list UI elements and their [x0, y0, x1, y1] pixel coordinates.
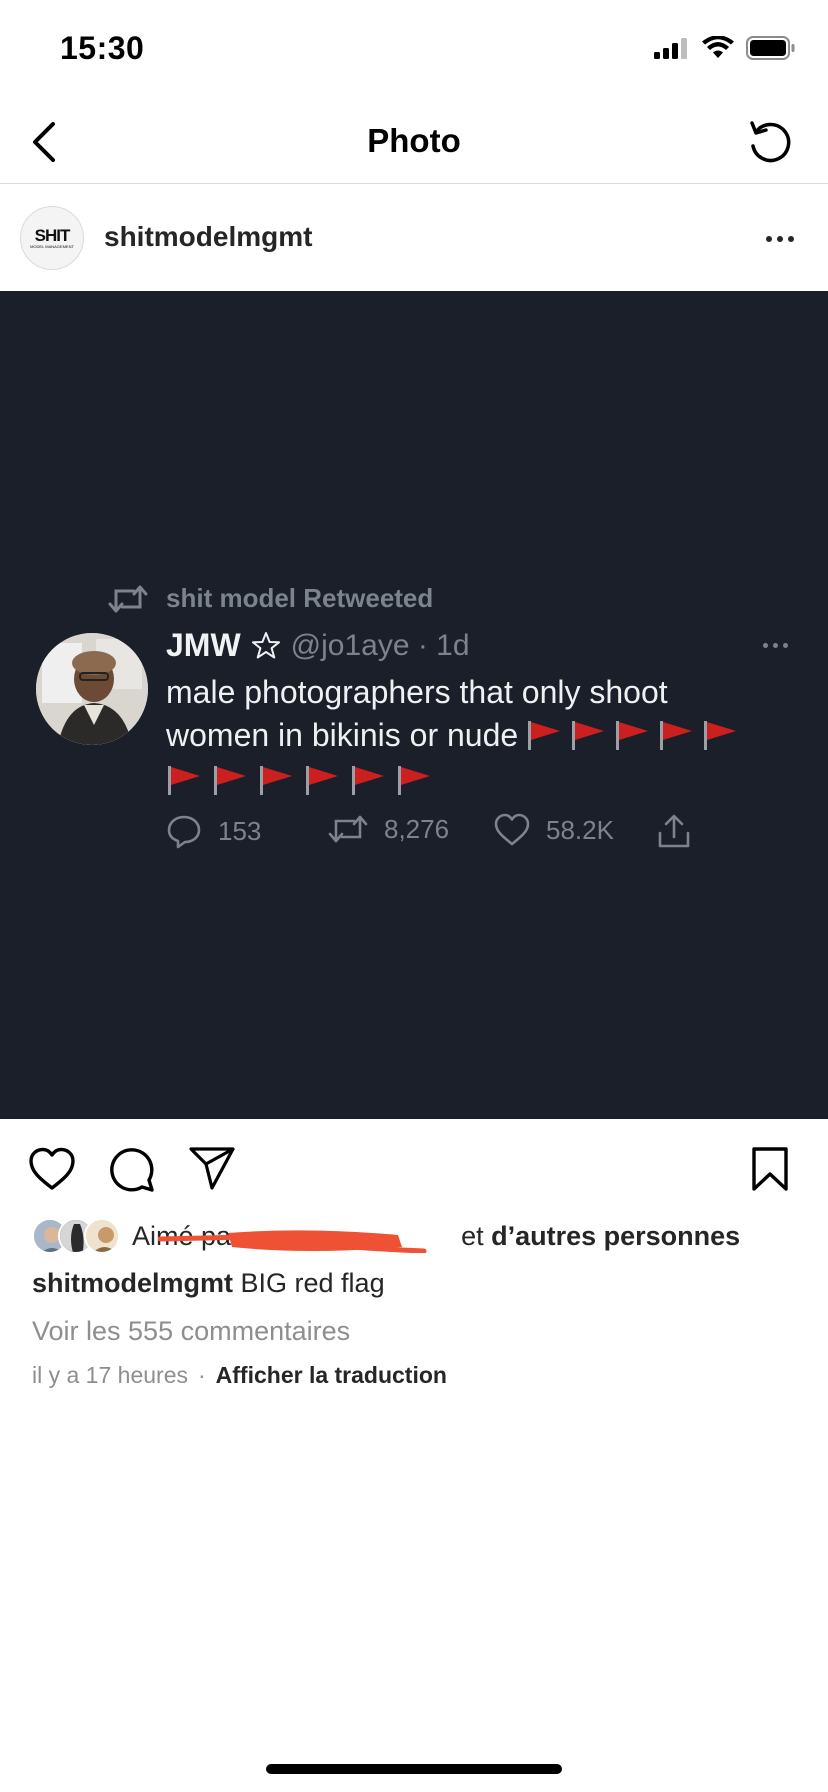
status-bar: 15:30	[0, 0, 828, 100]
red-flag-icon	[660, 721, 693, 750]
tweet-reply: 153	[166, 813, 261, 849]
post-header: SHIT MODEL MANAGEMENT shitmodelmgmt	[0, 185, 828, 291]
wifi-icon	[702, 36, 734, 58]
heart-icon	[494, 813, 530, 846]
liked-by-others[interactable]: d’autres personnes	[491, 1221, 740, 1251]
caption-text: BIG red flag	[233, 1268, 385, 1298]
red-flag-icon	[306, 766, 338, 795]
heart-icon	[29, 1147, 75, 1190]
retweet-icon	[108, 585, 148, 612]
red-flag-icon	[352, 766, 384, 795]
post-photo[interactable]: shit model Retweeted JMW @jo1aye · 1d ma…	[0, 291, 828, 1119]
avatar-logo: SHIT	[34, 226, 71, 245]
retweet-text: shit model Retweeted	[166, 583, 434, 613]
red-flags-line1	[518, 717, 738, 753]
reply-count: 153	[218, 815, 262, 846]
share-button[interactable]	[186, 1143, 238, 1195]
star-icon	[251, 631, 280, 658]
tweet-author-name: JMW	[166, 627, 241, 663]
tweet-handle-time: @jo1aye · 1d	[290, 628, 470, 662]
tweet-author-row: JMW @jo1aye · 1d	[166, 627, 470, 664]
liked-by-avatars	[32, 1218, 124, 1254]
battery-icon	[746, 36, 795, 60]
save-button[interactable]	[744, 1143, 796, 1195]
comment-icon	[110, 1148, 154, 1192]
cellular-signal-icon	[654, 38, 687, 59]
comment-button[interactable]	[106, 1143, 158, 1195]
refresh-button[interactable]	[742, 114, 798, 170]
liked-by-suffix: et	[461, 1220, 484, 1251]
more-options-button[interactable]	[756, 215, 804, 263]
red-flag-icon	[572, 721, 605, 750]
home-indicator	[266, 1764, 562, 1774]
red-flag-icon	[616, 721, 649, 750]
tweet-retweets: 8,276	[328, 813, 449, 845]
red-flag-icon	[260, 766, 292, 795]
liked-by[interactable]: Aimé pa et d’autres personnes	[32, 1216, 740, 1256]
reply-icon	[167, 815, 201, 849]
post-timestamp: il y a 17 heures	[32, 1362, 188, 1388]
nav-bar: Photo	[0, 100, 828, 184]
more-dot-icon	[788, 236, 794, 242]
bookmark-icon	[752, 1147, 788, 1191]
avatar[interactable]: SHIT MODEL MANAGEMENT	[20, 206, 84, 270]
red-flags-line2	[166, 759, 786, 802]
tweet-text: male photographers that only shoot women…	[166, 671, 786, 802]
post-username[interactable]: shitmodelmgmt	[104, 221, 312, 253]
post-caption: shitmodelmgmt BIG red flag	[32, 1268, 385, 1299]
retweet-icon	[328, 815, 368, 843]
refresh-icon	[750, 121, 791, 163]
retweet-count: 8,276	[384, 813, 450, 844]
avatar-logo-subtext: MODEL MANAGEMENT	[30, 244, 74, 249]
tweet-text-line1: male photographers that only shoot	[166, 674, 668, 710]
like-count: 58.2K	[546, 814, 614, 845]
tweet-actions: 153 8,276 58.2K	[166, 813, 706, 857]
red-flag-icon	[704, 721, 737, 750]
share-icon	[658, 814, 690, 848]
redaction-scribble	[158, 1229, 427, 1253]
red-flag-icon	[168, 766, 200, 795]
caption-username[interactable]: shitmodelmgmt	[32, 1268, 233, 1298]
like-button[interactable]	[26, 1143, 78, 1195]
tweet-share	[656, 813, 692, 849]
translate-link[interactable]: Afficher la traduction	[216, 1362, 447, 1389]
status-time: 15:30	[60, 30, 145, 66]
liked-by-text: Aimé pa et d’autres personnes	[132, 1220, 740, 1253]
more-dot-icon	[777, 236, 783, 242]
red-flag-icon	[398, 766, 430, 795]
red-flag-icon	[528, 721, 561, 750]
post-actions	[0, 1119, 828, 1215]
retweet-line: shit model Retweeted	[108, 583, 433, 614]
more-dot-icon	[766, 236, 772, 242]
avatar	[84, 1218, 120, 1254]
meta-separator: ·	[197, 1362, 206, 1388]
tweet-author-avatar	[36, 633, 148, 745]
tweet-text-line2: women in bikinis or nude	[166, 717, 519, 753]
post-meta: il y a 17 heures · Afficher la traductio…	[32, 1362, 447, 1389]
view-comments-link[interactable]: Voir les 555 commentaires	[32, 1316, 350, 1347]
tweet-likes: 58.2K	[494, 813, 614, 847]
tweet-more-icon	[763, 643, 788, 648]
page-title: Photo	[367, 122, 461, 159]
send-icon	[189, 1147, 235, 1190]
red-flag-icon	[214, 766, 246, 795]
status-icons	[654, 36, 796, 60]
